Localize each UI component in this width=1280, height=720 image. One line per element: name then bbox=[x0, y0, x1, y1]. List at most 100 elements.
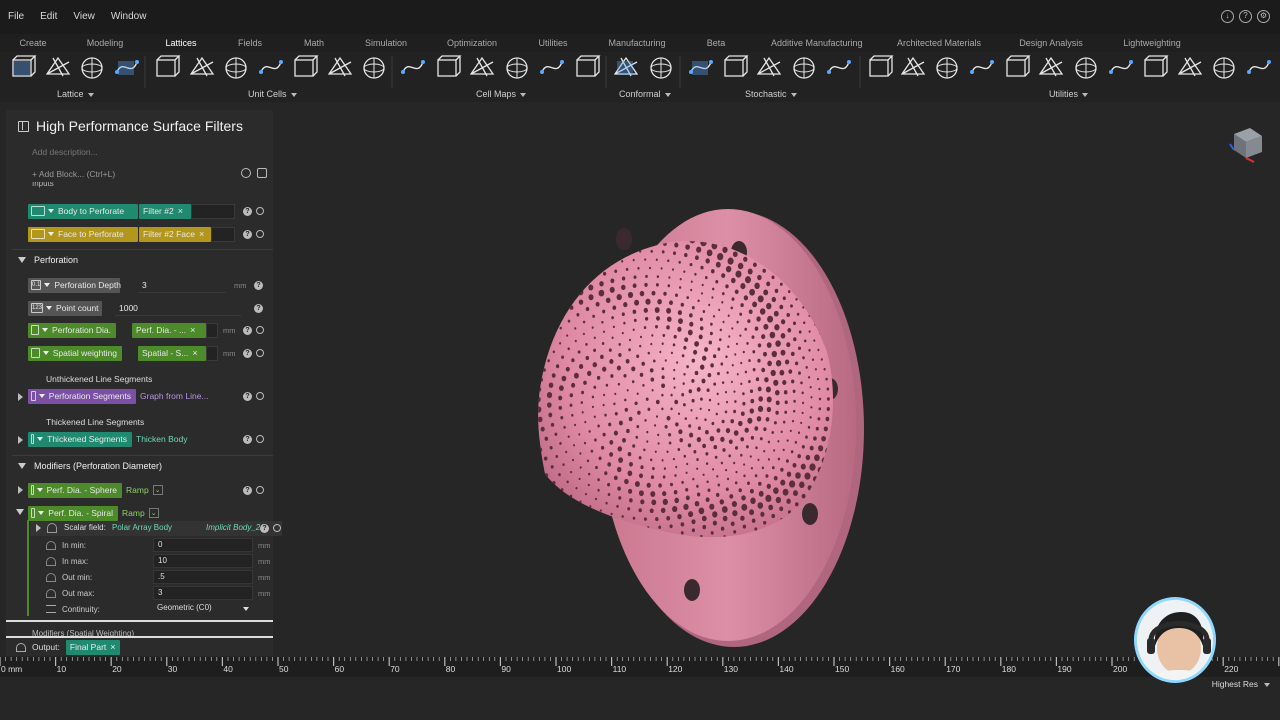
remove-icon[interactable]: × bbox=[190, 325, 195, 335]
expand-icon[interactable] bbox=[36, 524, 41, 532]
tab-lattices[interactable]: Lattices bbox=[141, 34, 221, 54]
settings-icon[interactable]: ⚙ bbox=[1257, 10, 1270, 23]
in-min-input[interactable]: 0 bbox=[153, 538, 253, 552]
ribbon-tool-icon[interactable] bbox=[1213, 57, 1235, 79]
help-icon[interactable]: ? bbox=[254, 304, 263, 313]
tab-math[interactable]: Math bbox=[274, 34, 354, 52]
sphere-modifier-chip[interactable]: Perf. Dia. - Sphere bbox=[28, 482, 122, 498]
menu-window[interactable]: Window bbox=[103, 0, 155, 34]
group-cell-maps[interactable]: Cell Maps bbox=[476, 89, 527, 99]
ribbon-tool-icon[interactable] bbox=[363, 57, 385, 79]
modifiers-section-header[interactable]: Modifiers (Perforation Diameter) bbox=[12, 455, 273, 475]
remove-icon[interactable]: × bbox=[178, 206, 183, 216]
tab-additive-manufacturing[interactable]: Additive Manufacturing bbox=[771, 34, 863, 52]
help-icon[interactable]: ? bbox=[243, 207, 252, 216]
scalar-field-link[interactable]: Polar Array Body bbox=[112, 523, 172, 532]
expand-icon[interactable] bbox=[18, 393, 23, 401]
scalar-field-extra[interactable]: Implicit Body_21 bbox=[206, 523, 265, 532]
help-icon[interactable]: ? bbox=[243, 326, 252, 335]
ribbon-tool-icon[interactable] bbox=[970, 60, 994, 74]
ribbon-tool-icon[interactable] bbox=[1109, 60, 1133, 74]
menu-file[interactable]: File bbox=[0, 0, 32, 34]
thickened-segments-chip[interactable]: Thickened Segments bbox=[28, 431, 132, 447]
perforation-segments-chip[interactable]: Perforation Segments bbox=[28, 388, 136, 404]
3d-viewport[interactable] bbox=[272, 102, 1280, 657]
ribbon-tool-icon[interactable] bbox=[1144, 55, 1169, 77]
resolution-select[interactable]: Highest Res bbox=[1212, 679, 1258, 689]
group-utilities[interactable]: Utilities bbox=[1049, 89, 1089, 99]
point-count-chip[interactable]: 123 Point count bbox=[28, 300, 102, 316]
ribbon-tool-icon[interactable] bbox=[327, 56, 353, 77]
tab-architected-materials[interactable]: Architected Materials bbox=[897, 34, 981, 52]
ribbon-tool-icon[interactable] bbox=[225, 57, 247, 79]
tab-modeling[interactable]: Modeling bbox=[65, 34, 145, 52]
download-icon[interactable]: ↓ bbox=[1221, 10, 1234, 23]
help-icon[interactable]: ? bbox=[243, 230, 252, 239]
ribbon-tool-icon[interactable] bbox=[576, 55, 601, 77]
visibility-icon[interactable] bbox=[273, 524, 281, 532]
perforation-dia-field[interactable] bbox=[206, 322, 218, 338]
sphere-ramp-link[interactable]: Ramp ⌄ bbox=[122, 483, 167, 498]
group-unit-cells[interactable]: Unit Cells bbox=[248, 89, 297, 99]
ribbon-tool-icon[interactable] bbox=[540, 60, 564, 74]
menu-view[interactable]: View bbox=[65, 0, 103, 34]
body-link-field[interactable] bbox=[191, 203, 235, 219]
tab-manufacturing[interactable]: Manufacturing bbox=[597, 34, 677, 52]
tab-lightweighting[interactable]: Lightweighting bbox=[1112, 34, 1192, 52]
group-conformal[interactable]: Conformal bbox=[619, 89, 671, 99]
body-link[interactable]: Filter #2 × bbox=[139, 203, 191, 219]
tab-beta[interactable]: Beta bbox=[676, 34, 756, 52]
output-link[interactable]: Final Part × bbox=[65, 639, 120, 655]
visibility-icon[interactable] bbox=[256, 435, 264, 443]
expand-icon[interactable] bbox=[18, 486, 23, 494]
perforation-section-header[interactable]: Perforation bbox=[12, 249, 273, 269]
view-cube[interactable] bbox=[1226, 124, 1266, 169]
ribbon-tool-icon[interactable] bbox=[1038, 56, 1064, 77]
help-icon[interactable]: ? bbox=[1239, 10, 1252, 23]
visibility-icon[interactable] bbox=[256, 486, 264, 494]
menu-edit[interactable]: Edit bbox=[32, 0, 65, 34]
ribbon-tool-icon[interactable] bbox=[156, 55, 181, 77]
ribbon-tool-icon[interactable] bbox=[900, 56, 926, 77]
group-lattice[interactable]: Lattice bbox=[57, 89, 94, 99]
help-icon[interactable]: ? bbox=[243, 486, 252, 495]
ribbon-tool-icon[interactable] bbox=[12, 55, 37, 77]
ribbon-tool-icon[interactable] bbox=[869, 55, 894, 77]
ribbon-tool-icon[interactable] bbox=[294, 55, 319, 77]
dropdown-icon[interactable] bbox=[243, 607, 249, 611]
face-link[interactable]: Filter #2 Face × bbox=[139, 226, 211, 242]
ribbon-tool-icon[interactable] bbox=[724, 55, 749, 77]
face-to-perforate-chip[interactable]: Face to Perforate bbox=[28, 226, 138, 242]
tab-utilities[interactable]: Utilities bbox=[513, 34, 593, 52]
collapse-icon[interactable] bbox=[16, 509, 24, 515]
tab-optimization[interactable]: Optimization bbox=[432, 34, 512, 52]
perforation-dia-chip[interactable]: Perforation Dia. bbox=[28, 322, 116, 338]
out-max-input[interactable]: 3 bbox=[153, 586, 253, 600]
ribbon-tool-icon[interactable] bbox=[1006, 55, 1031, 77]
remove-icon[interactable]: × bbox=[199, 229, 204, 239]
ribbon-tool-icon[interactable] bbox=[1177, 56, 1203, 77]
visibility-icon[interactable] bbox=[256, 392, 264, 400]
thickened-segments-link[interactable]: Thicken Body bbox=[132, 432, 212, 447]
dropdown-icon[interactable] bbox=[1264, 683, 1270, 687]
ribbon-tool-icon[interactable] bbox=[793, 57, 815, 79]
help-icon[interactable]: ? bbox=[243, 435, 252, 444]
help-icon[interactable]: ? bbox=[260, 524, 269, 533]
ribbon-tool-icon[interactable] bbox=[81, 57, 103, 79]
perforation-depth-chip[interactable]: 0.1 Perforation Depth bbox=[28, 277, 121, 293]
ribbon-tool-icon[interactable] bbox=[1247, 60, 1271, 74]
ribbon-tool-icon[interactable] bbox=[613, 56, 639, 77]
perforation-segments-link[interactable]: Graph from Line... bbox=[136, 389, 226, 404]
in-max-input[interactable]: 10 bbox=[153, 554, 253, 568]
visibility-icon[interactable] bbox=[256, 326, 264, 334]
spiral-modifier-chip[interactable]: Perf. Dia. - Spiral bbox=[28, 505, 118, 521]
visibility-icon[interactable] bbox=[256, 349, 264, 357]
ribbon-tool-icon[interactable] bbox=[1075, 57, 1097, 79]
expand-icon[interactable] bbox=[18, 436, 23, 444]
ribbon-tool-icon[interactable] bbox=[401, 60, 425, 74]
visibility-icon[interactable] bbox=[256, 207, 264, 215]
ribbon-tool-icon[interactable] bbox=[45, 56, 71, 77]
point-count-input[interactable]: 1000 bbox=[115, 301, 241, 316]
description-input[interactable]: Add description... bbox=[32, 147, 98, 157]
face-link-field[interactable] bbox=[211, 226, 235, 242]
